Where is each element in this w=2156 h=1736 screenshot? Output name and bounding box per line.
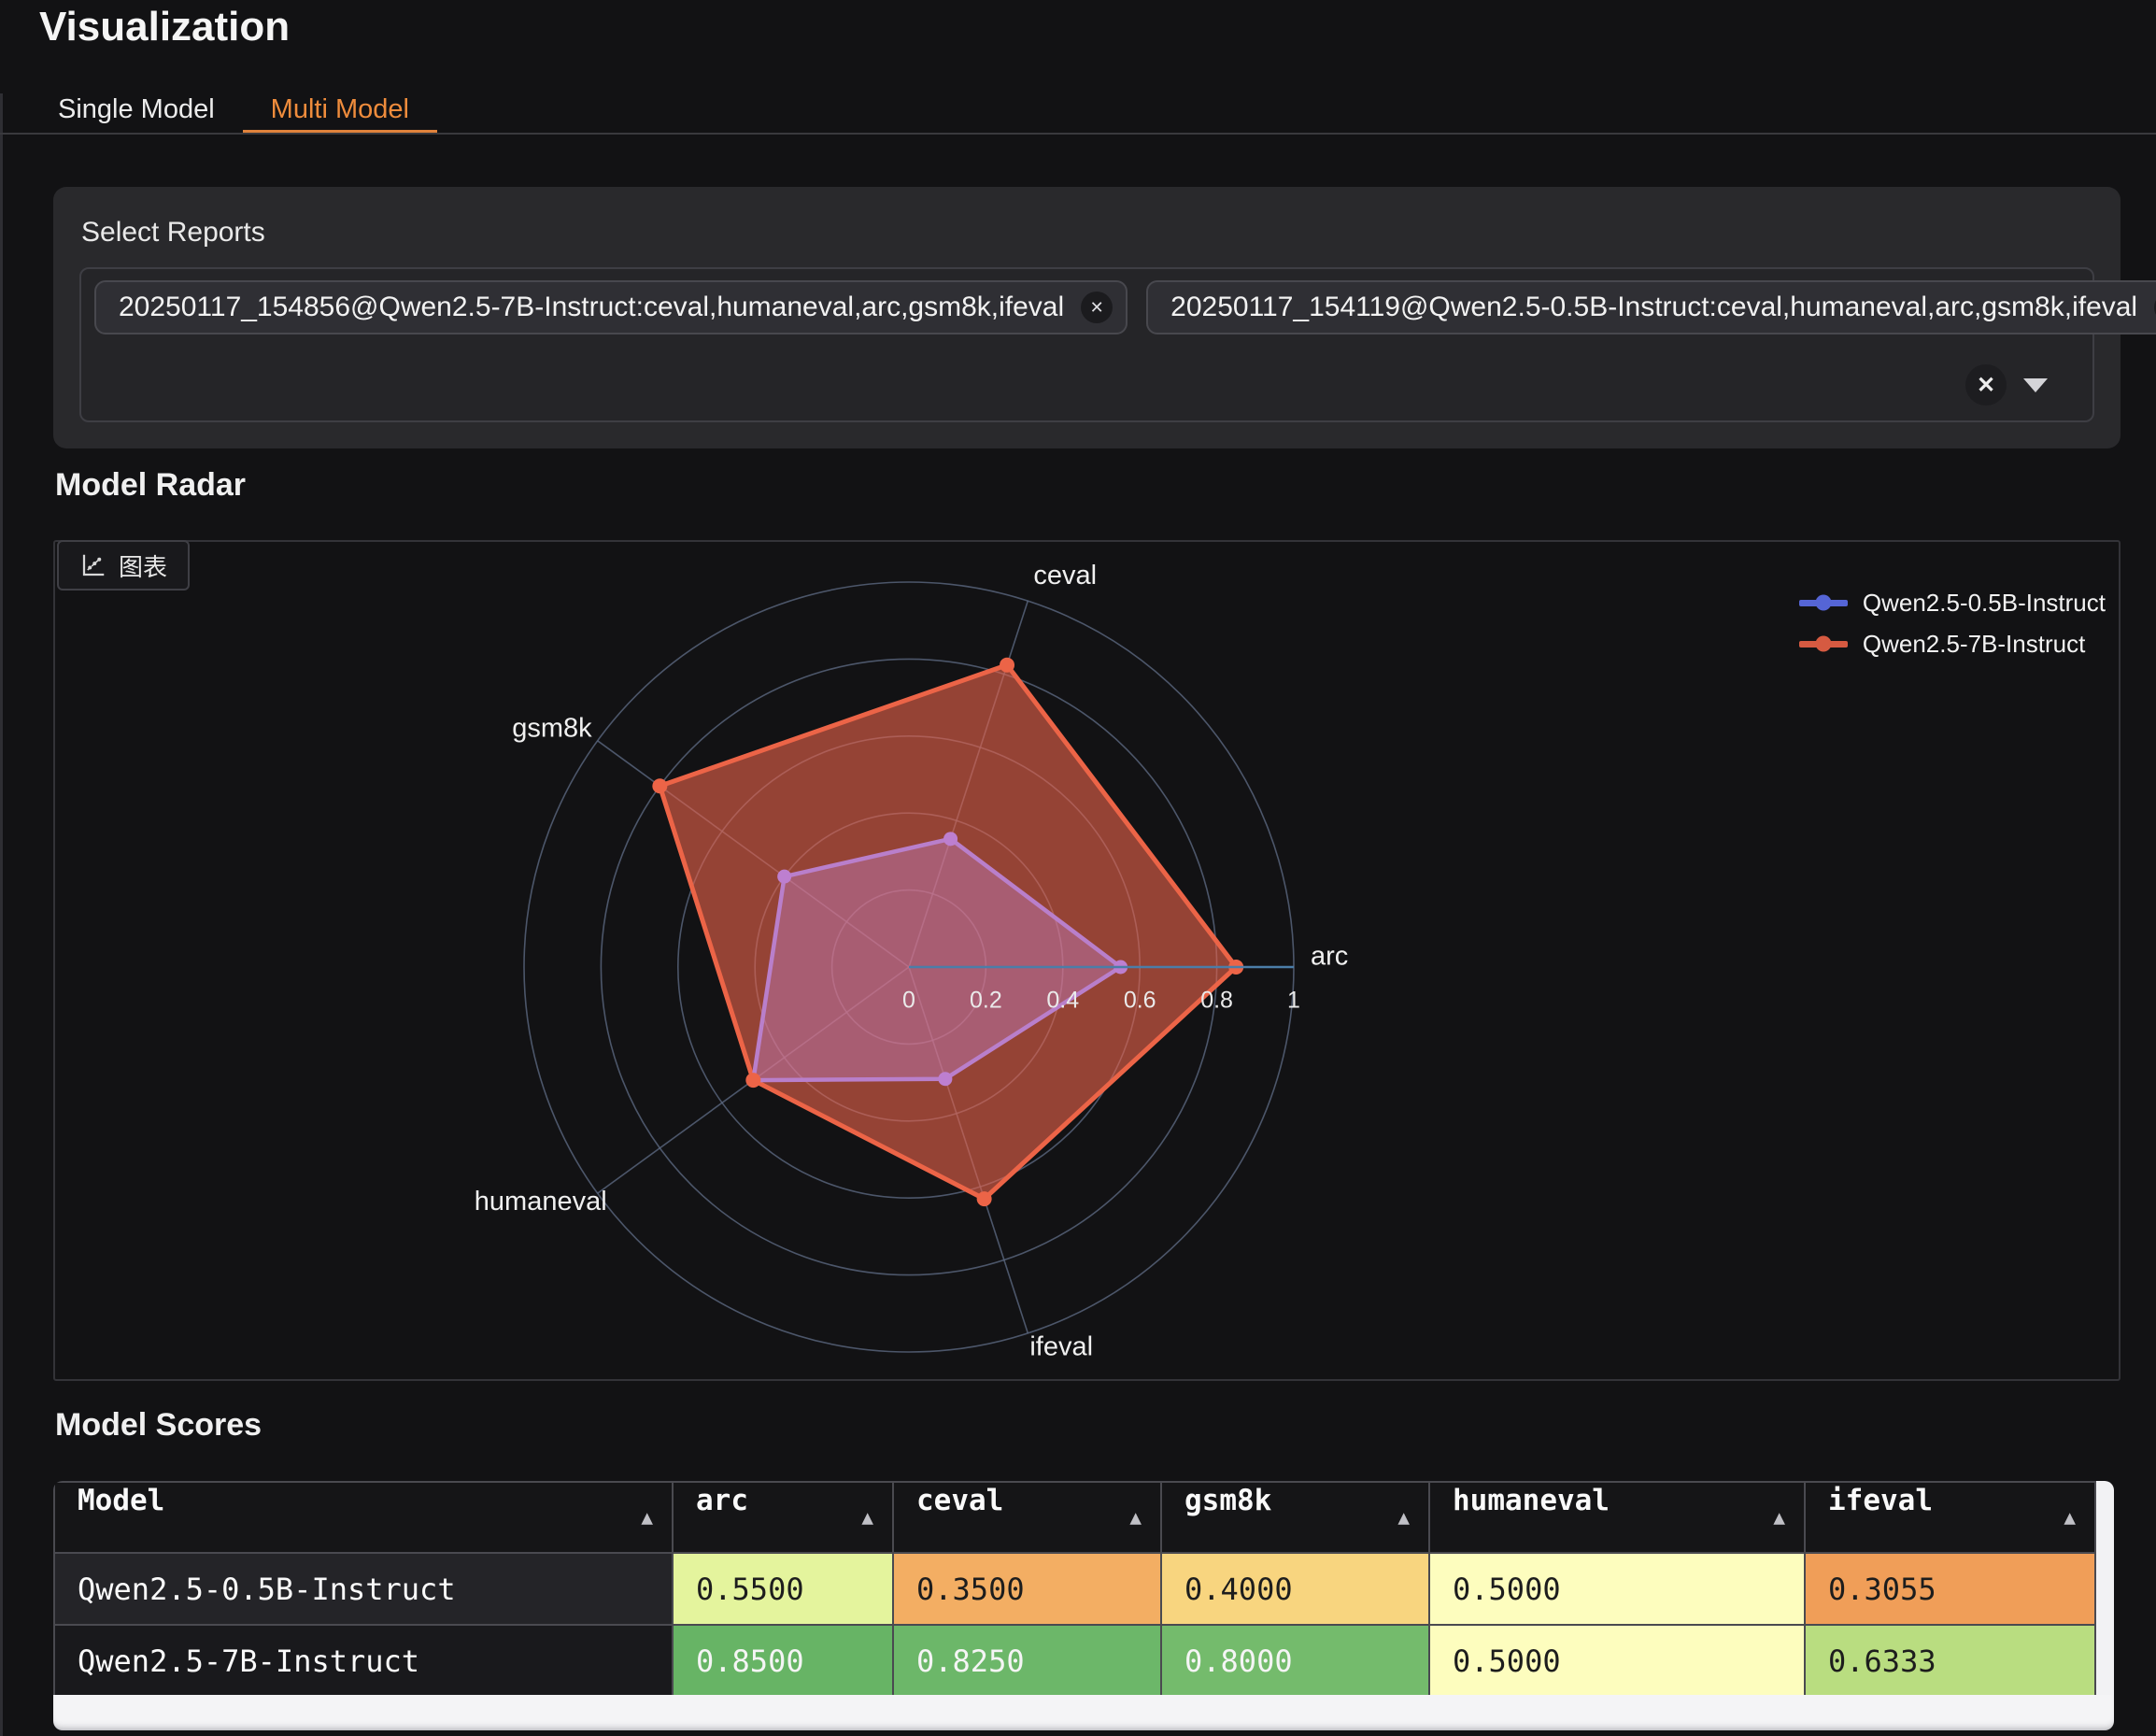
score-cell: 0.5500 [673,1553,893,1625]
column-header-gsm8k[interactable]: gsm8k ▲ [1161,1482,1429,1553]
sort-arrow-icon[interactable]: ▲ [861,1484,873,1551]
svg-text:0.4: 0.4 [1046,988,1079,1014]
radar-chart-panel: 0 0.2 0.4 0.6 0.8 1 arc ceval gsm8k humaneval ifev… [53,540,2121,1381]
reports-multiselect[interactable]: 20250117_154856@Qwen2.5-7B-Instruct:ceva… [79,267,2094,422]
score-cell: 0.5000 [1429,1625,1805,1697]
column-header-label: ifeval [1828,1484,1933,1517]
score-cell: 0.5000 [1429,1553,1805,1625]
selected-report-chips: 20250117_154856@Qwen2.5-7B-Instruct:ceva… [94,280,2079,334]
page-title: Visualization [39,4,290,50]
svg-text:0.2: 0.2 [970,988,1002,1014]
legend-marker-icon [1799,641,1848,647]
tabs-divider [0,133,2156,135]
score-cell: 0.3055 [1805,1553,2095,1625]
table-row: Qwen2.5-0.5B-Instruct0.55000.35000.40000… [54,1553,2095,1625]
column-header-label: ceval [916,1484,1003,1517]
vertical-scrollbar[interactable] [2096,1481,2114,1695]
sort-arrow-icon[interactable]: ▲ [1397,1484,1410,1551]
report-chip[interactable]: 20250117_154119@Qwen2.5-0.5B-Instruct:ce… [1146,280,2156,334]
scores-table: Model▲arc▲ceval▲gsm8k▲humaneval▲ifeval▲Q… [53,1481,2096,1698]
score-cell: 0.8250 [893,1625,1161,1697]
model-name-cell: Qwen2.5-7B-Instruct [54,1625,673,1697]
multiselect-controls: ✕ [1965,364,2048,406]
column-header-label: Model [78,1484,164,1517]
scatter-chart-icon [79,551,107,579]
column-header-arc[interactable]: arc ▲ [673,1482,893,1553]
column-header-humaneval[interactable]: humaneval ▲ [1429,1482,1805,1553]
chart-type-tab[interactable]: 图表 [57,540,190,591]
score-cell: 0.4000 [1161,1553,1429,1625]
svg-text:1: 1 [1287,988,1300,1014]
chart-tab-label: 图表 [119,548,167,583]
radar-section-heading: Model Radar [55,467,246,504]
column-header-label: arc [696,1484,748,1517]
legend-item[interactable]: Qwen2.5-7B-Instruct [1799,628,2106,660]
table-row: Qwen2.5-7B-Instruct0.85000.82500.80000.5… [54,1625,2095,1697]
scores-table-wrap: Model▲arc▲ceval▲gsm8k▲humaneval▲ifeval▲Q… [53,1481,2114,1730]
dropdown-caret-icon[interactable] [2023,378,2048,392]
svg-text:humaneval: humaneval [475,1187,607,1217]
column-header-model[interactable]: Model ▲ [54,1482,673,1553]
legend-label: Qwen2.5-7B-Instruct [1863,630,2085,659]
column-header-ceval[interactable]: ceval ▲ [893,1482,1161,1553]
sort-arrow-icon[interactable]: ▲ [1129,1484,1142,1551]
report-chip[interactable]: 20250117_154856@Qwen2.5-7B-Instruct:ceva… [94,280,1128,334]
score-cell: 0.6333 [1805,1625,2095,1697]
scores-section-heading: Model Scores [55,1407,262,1444]
select-reports-panel: Select Reports 20250117_154856@Qwen2.5-7… [53,187,2121,448]
chart-legend: Qwen2.5-0.5B-Instruct Qwen2.5-7B-Instruct [1799,587,2106,660]
tab-single-model[interactable]: Single Model [30,84,243,135]
table-header-row: Model ▲ arc ▲ ceval ▲ gsm8k ▲ humaneval ▲ ifeval ▲ [54,1482,2095,1553]
report-chip-label: 20250117_154119@Qwen2.5-0.5B-Instruct:ce… [1170,292,2137,323]
report-chip-label: 20250117_154856@Qwen2.5-7B-Instruct:ceva… [119,292,1064,323]
horizontal-scrollbar[interactable] [53,1695,2114,1730]
legend-item[interactable]: Qwen2.5-0.5B-Instruct [1799,587,2106,619]
clear-all-x-icon: ✕ [1977,372,1995,399]
tab-bar: Single Model Multi Model [30,84,437,135]
tab-multi-model[interactable]: Multi Model [243,84,437,135]
score-cell: 0.3500 [893,1553,1161,1625]
chip-close-icon[interactable]: ✕ [1081,292,1113,323]
radar-chart[interactable]: 0 0.2 0.4 0.6 0.8 1 arc ceval gsm8k humaneval ifev… [55,542,2119,1379]
score-cell: 0.8000 [1161,1625,1429,1697]
svg-text:arc: arc [1311,942,1348,972]
sort-arrow-icon[interactable]: ▲ [641,1484,653,1551]
svg-text:0.8: 0.8 [1200,988,1233,1014]
page-left-border [0,93,3,1736]
select-reports-label: Select Reports [81,217,2094,249]
svg-text:ifeval: ifeval [1029,1331,1093,1361]
sort-arrow-icon[interactable]: ▲ [1773,1484,1785,1551]
column-header-ifeval[interactable]: ifeval ▲ [1805,1482,2095,1553]
legend-marker-icon [1799,600,1848,606]
svg-text:0: 0 [902,988,915,1014]
svg-text:ceval: ceval [1033,561,1097,591]
column-header-label: humaneval [1453,1484,1610,1517]
column-header-label: gsm8k [1184,1484,1271,1517]
svg-text:gsm8k: gsm8k [512,713,592,743]
sort-arrow-icon[interactable]: ▲ [2064,1484,2076,1551]
clear-all-button[interactable]: ✕ [1965,364,2007,406]
svg-text:0.6: 0.6 [1124,988,1156,1014]
score-cell: 0.8500 [673,1625,893,1697]
legend-label: Qwen2.5-0.5B-Instruct [1863,589,2106,618]
model-name-cell: Qwen2.5-0.5B-Instruct [54,1553,673,1625]
